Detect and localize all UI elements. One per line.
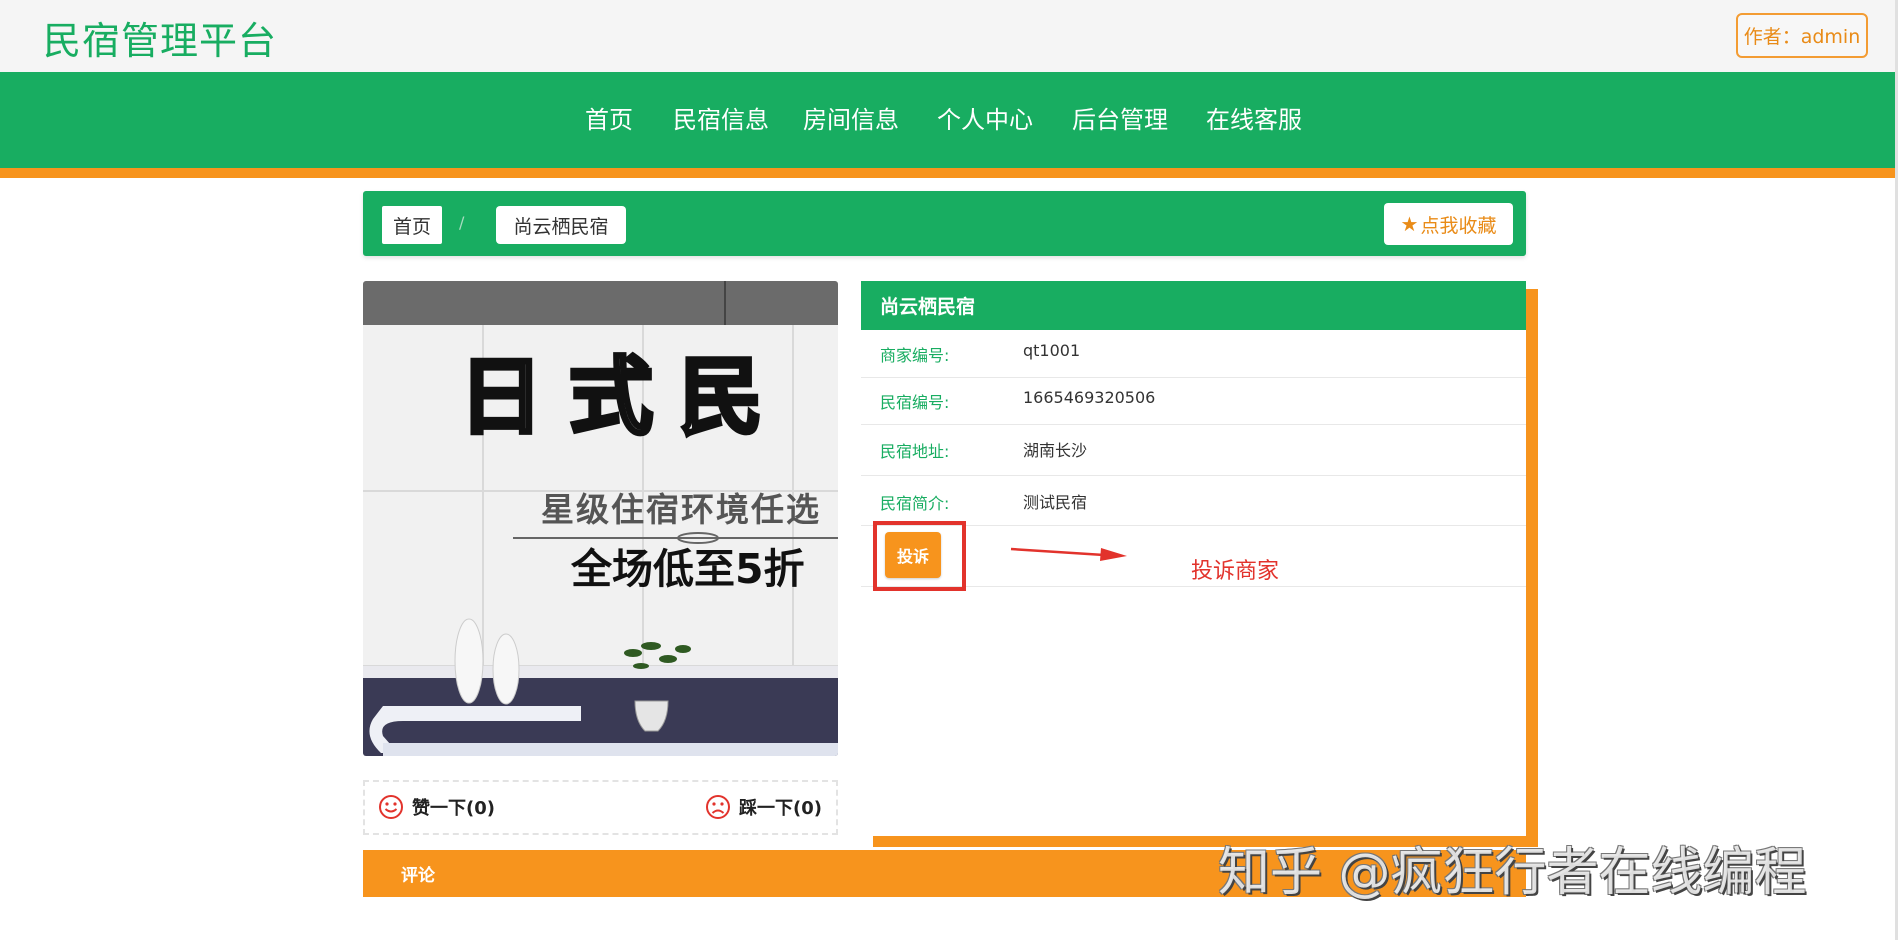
dislike-button[interactable]: 踩一下(0): [705, 794, 822, 820]
intro-value: 测试民宿: [1023, 493, 1088, 512]
breadcrumb-home[interactable]: 首页: [382, 206, 442, 244]
homestay-photo: 日式民 星级住宿环境任选 全场低至5折: [363, 281, 838, 756]
favorite-button[interactable]: ★ 点我收藏: [1384, 203, 1513, 245]
photo-subline: 星级住宿环境任选: [541, 490, 821, 529]
vote-bar: 赞一下(0) 踩一下(0): [363, 780, 838, 835]
site-logo[interactable]: 民宿管理平台: [43, 10, 277, 65]
watermark: 知乎 @疯狂行者在线编程: [1218, 843, 1807, 903]
info-row: 民宿地址: 湖南长沙: [861, 424, 1526, 476]
main-navbar: 首页 民宿信息 房间信息 个人中心 后台管理 在线客服: [0, 72, 1898, 168]
navbar-accent-stripe: [0, 168, 1898, 178]
like-button[interactable]: 赞一下(0): [378, 794, 495, 820]
frown-icon: [706, 795, 730, 819]
arrow-icon: [1010, 547, 1127, 561]
merchant-id-value: qt1001: [1023, 341, 1081, 360]
homestay-info-panel: 尚云栖民宿 商家编号: qt1001 民宿编号: 1665469320506 民…: [861, 281, 1526, 836]
breadcrumb: 首页 / 尚云栖民宿 ★ 点我收藏: [363, 191, 1526, 256]
homestay-id-value: 1665469320506: [1023, 388, 1156, 407]
info-row: 民宿编号: 1665469320506: [861, 377, 1526, 425]
merchant-id-label: 商家编号:: [880, 346, 950, 365]
address-value: 湖南长沙: [1023, 441, 1088, 460]
nav-personal-center[interactable]: 个人中心: [937, 100, 1033, 135]
breadcrumb-current[interactable]: 尚云栖民宿: [496, 206, 626, 244]
homestay-id-label: 民宿编号:: [880, 393, 950, 412]
intro-label: 民宿简介:: [880, 494, 950, 513]
photo-promo: 全场低至5折: [570, 545, 805, 593]
nav-admin[interactable]: 后台管理: [1072, 100, 1168, 135]
star-icon: ★: [1400, 212, 1419, 236]
complain-annotation: 投诉商家: [1191, 559, 1280, 584]
info-row: 民宿简介: 测试民宿: [861, 475, 1526, 526]
info-row: 商家编号: qt1001: [861, 330, 1526, 378]
author-button[interactable]: 作者：admin: [1736, 13, 1868, 58]
photo-headline: 日式民: [459, 348, 789, 446]
address-label: 民宿地址:: [880, 442, 950, 461]
favorite-button-label: 点我收藏: [1420, 214, 1497, 237]
info-panel-title: 尚云栖民宿: [861, 281, 1526, 330]
top-header: 民宿管理平台 作者：admin: [0, 0, 1898, 72]
smile-icon: [379, 795, 403, 819]
complain-button[interactable]: 投诉: [885, 532, 941, 578]
nav-online-service[interactable]: 在线客服: [1206, 100, 1302, 135]
nav-homestay-info[interactable]: 民宿信息: [673, 100, 769, 135]
dislike-label: 踩一下(0): [739, 798, 822, 819]
nav-room-info[interactable]: 房间信息: [803, 100, 899, 135]
nav-home[interactable]: 首页: [585, 100, 633, 135]
like-label: 赞一下(0): [412, 798, 495, 819]
breadcrumb-separator: /: [459, 213, 465, 232]
